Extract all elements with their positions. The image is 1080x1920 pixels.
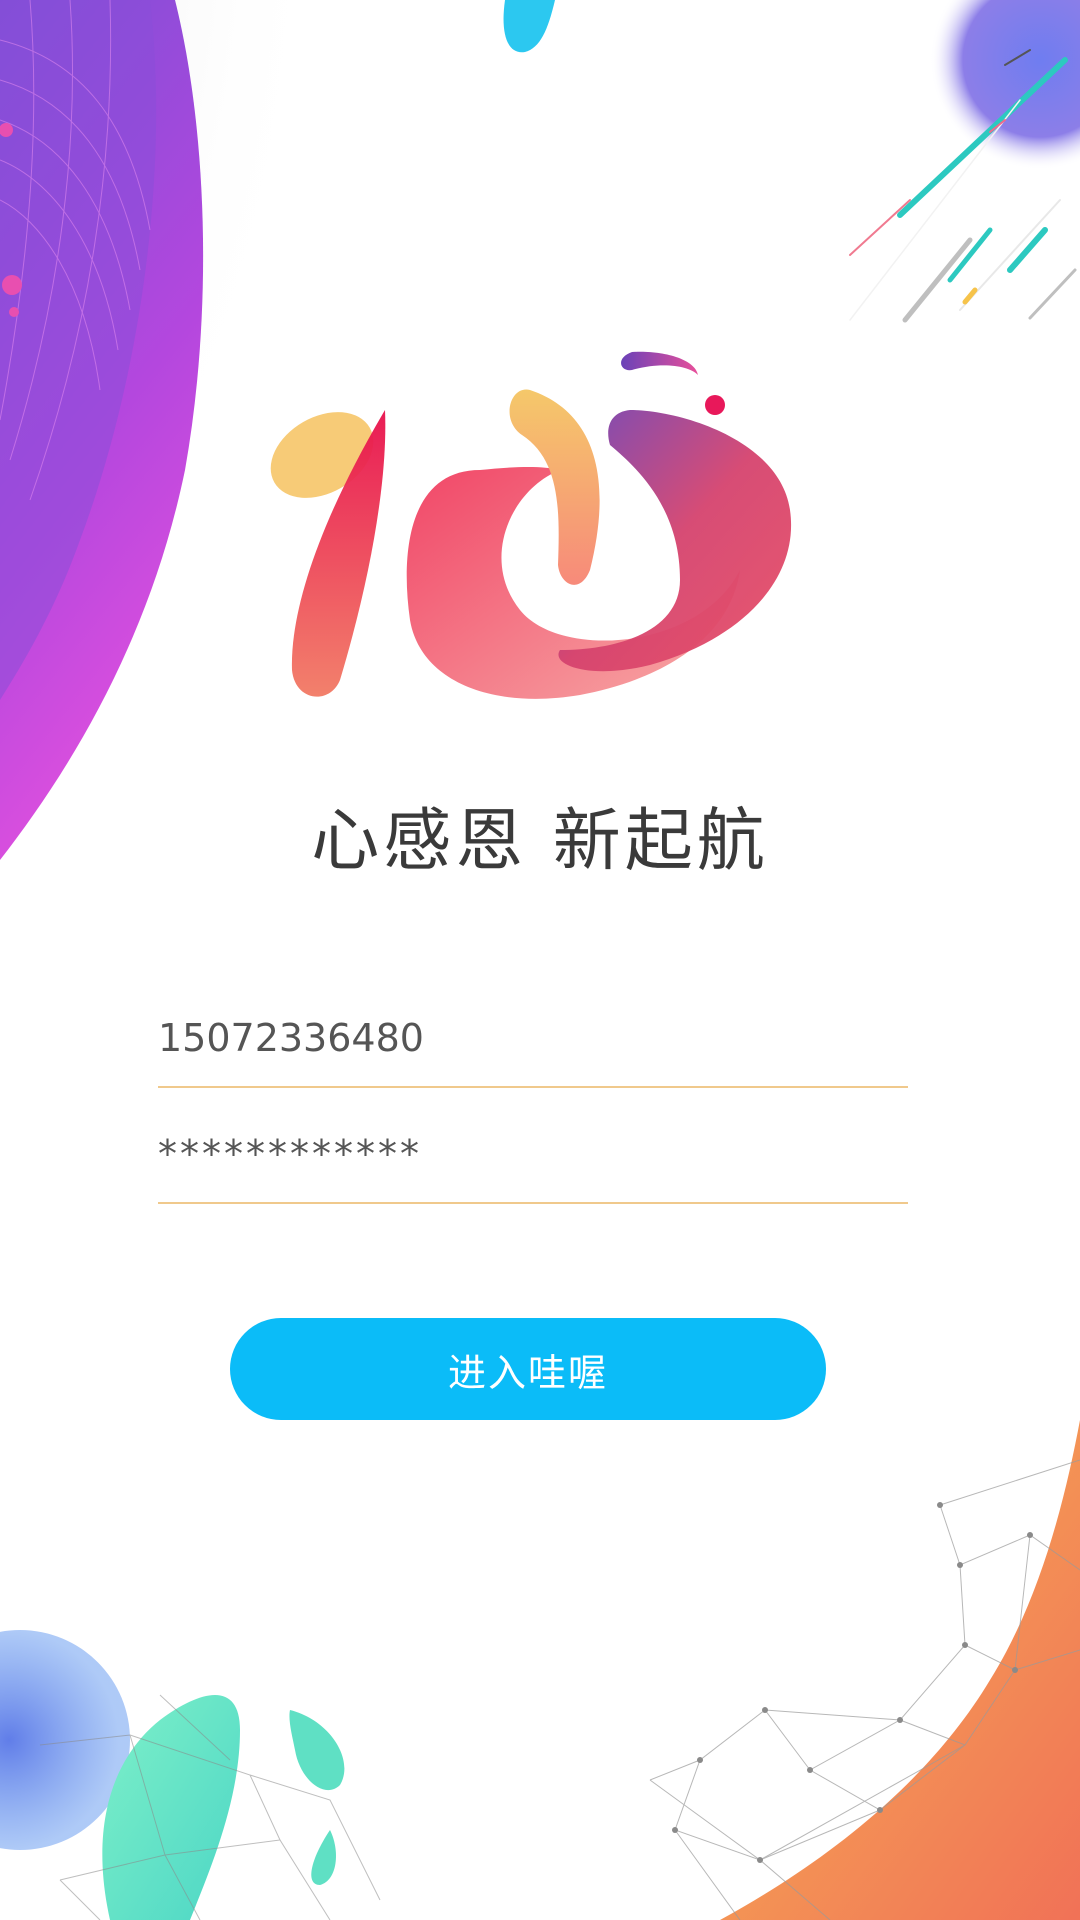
heart-character-logo [270, 351, 792, 699]
phone-input[interactable] [158, 990, 908, 1088]
slogan-title: 心感恩 新起航 [311, 802, 769, 881]
background-decoration [0, 0, 1080, 1920]
password-input[interactable] [158, 1106, 908, 1204]
enter-button[interactable]: 进入哇喔 [230, 1318, 826, 1420]
